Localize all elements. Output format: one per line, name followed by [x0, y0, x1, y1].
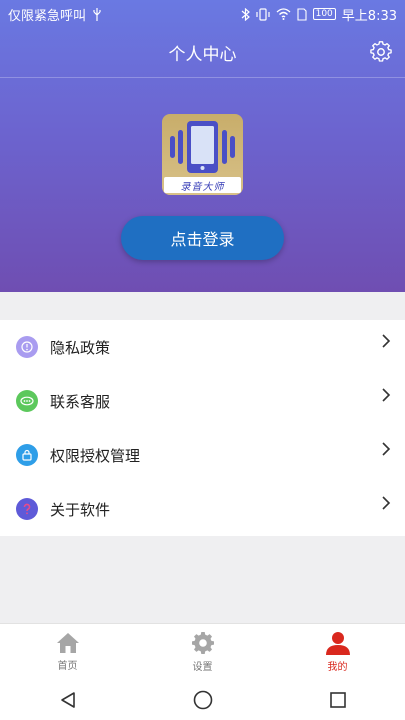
- status-bar: 仅限紧急呼叫 100 早上8:33: [0, 0, 405, 28]
- menu-item-permissions[interactable]: 权限授权管理: [0, 428, 405, 482]
- chevron-right-icon: [382, 388, 391, 402]
- nav-mine[interactable]: 我的: [270, 624, 405, 680]
- wifi-icon: [276, 8, 291, 20]
- carrier-text: 仅限紧急呼叫: [8, 8, 87, 24]
- lock-icon: [16, 444, 38, 466]
- settings-menu: 隐私政策 联系客服 权限授权管理 关于软件: [0, 320, 405, 536]
- gear-icon: [370, 41, 392, 62]
- settings-button[interactable]: [369, 40, 393, 64]
- support-icon: [16, 390, 38, 412]
- login-button[interactable]: 点击登录: [121, 216, 284, 260]
- bluetooth-icon: [241, 7, 250, 21]
- system-navigation-bar: [0, 680, 405, 720]
- status-right: 100 早上8:33: [241, 5, 397, 24]
- back-triangle-icon: [60, 692, 75, 708]
- vibrate-icon: [256, 7, 270, 21]
- page-title: 个人中心: [168, 44, 237, 65]
- nav-settings[interactable]: 设置: [135, 624, 270, 680]
- recents-button[interactable]: [308, 680, 368, 720]
- home-icon: [56, 633, 79, 653]
- usb-icon: [92, 7, 102, 21]
- menu-item-privacy-policy[interactable]: 隐私政策: [0, 320, 405, 374]
- recents-square-icon: [329, 692, 346, 708]
- menu-item-label: 关于软件: [50, 500, 111, 519]
- sim-icon: [297, 7, 307, 21]
- home-button[interactable]: [173, 680, 233, 720]
- home-circle-icon: [193, 690, 212, 710]
- battery-indicator: 100: [312, 8, 336, 20]
- user-icon: [325, 632, 350, 655]
- header-divider: [0, 77, 405, 78]
- clock: 早上8:33: [341, 8, 397, 24]
- question-icon: [16, 498, 38, 520]
- nav-label: 我的: [327, 662, 348, 673]
- nav-label: 首页: [57, 661, 78, 672]
- menu-item-label: 隐私政策: [50, 338, 111, 357]
- menu-item-contact-support[interactable]: 联系客服: [0, 374, 405, 428]
- menu-item-label: 联系客服: [50, 392, 111, 411]
- gear-icon: [191, 632, 214, 654]
- nav-home[interactable]: 首页: [0, 624, 135, 680]
- menu-item-label: 权限授权管理: [50, 446, 141, 465]
- bottom-navigation: 首页 设置 我的: [0, 623, 405, 680]
- logo-text: 录音大师: [164, 177, 241, 193]
- chevron-right-icon: [382, 334, 391, 348]
- nav-label: 设置: [192, 662, 213, 673]
- back-button[interactable]: [38, 680, 98, 720]
- chevron-right-icon: [382, 442, 391, 456]
- chevron-right-icon: [382, 496, 391, 510]
- privacy-icon: [16, 336, 38, 358]
- phone-vibrate-icon: [170, 121, 235, 173]
- status-left: 仅限紧急呼叫: [8, 5, 102, 24]
- menu-item-about[interactable]: 关于软件: [0, 482, 405, 536]
- app-logo: 录音大师: [162, 114, 243, 195]
